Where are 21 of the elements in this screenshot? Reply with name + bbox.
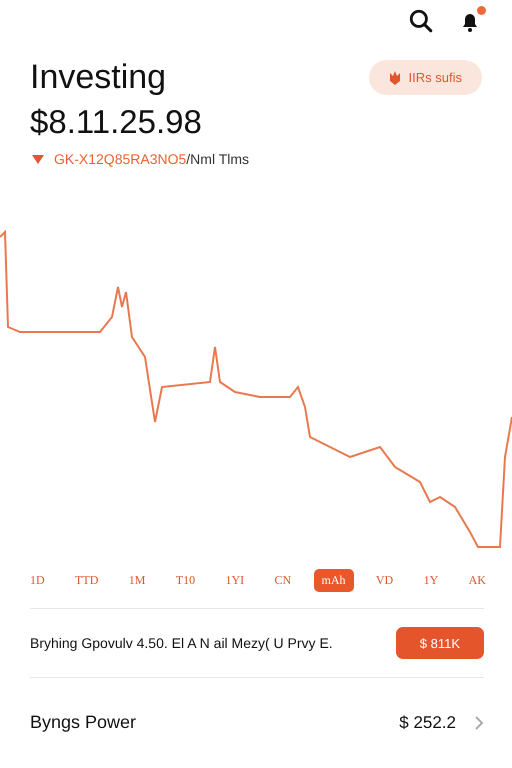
range-tab[interactable]: 1YI <box>217 569 252 592</box>
flame-icon <box>388 70 401 84</box>
range-tab[interactable]: 1M <box>120 569 154 592</box>
page-title: Investing <box>30 58 166 97</box>
range-tab[interactable]: mAh <box>314 569 354 592</box>
pill-button[interactable]: IIRs sufis <box>368 60 482 95</box>
amount-button[interactable]: $ 811K <box>396 627 484 659</box>
buying-power-label: Byngs Power <box>30 712 138 733</box>
portfolio-value: $8.11.25.98 <box>29 102 203 141</box>
range-tab[interactable]: T10 <box>168 569 204 592</box>
range-tab[interactable]: VD <box>368 569 402 592</box>
range-tab[interactable]: CN <box>266 569 300 592</box>
buying-power-value: $ 252.2 <box>399 712 456 732</box>
change-period: /Nml Tlms <box>186 151 250 167</box>
search-icon[interactable] <box>408 8 434 34</box>
range-tab[interactable]: 1Y <box>416 569 446 592</box>
buying-power-note: Bryhing Gpovulv 4.50. El A N ail Mezy( U Prvy E. <box>30 635 333 651</box>
range-tab[interactable]: TTD <box>67 569 106 592</box>
range-tab[interactable]: AK <box>460 569 494 592</box>
range-tab[interactable]: 1D <box>22 569 53 592</box>
change-amount: GK-X12Q85RA3NO5 <box>54 151 186 167</box>
